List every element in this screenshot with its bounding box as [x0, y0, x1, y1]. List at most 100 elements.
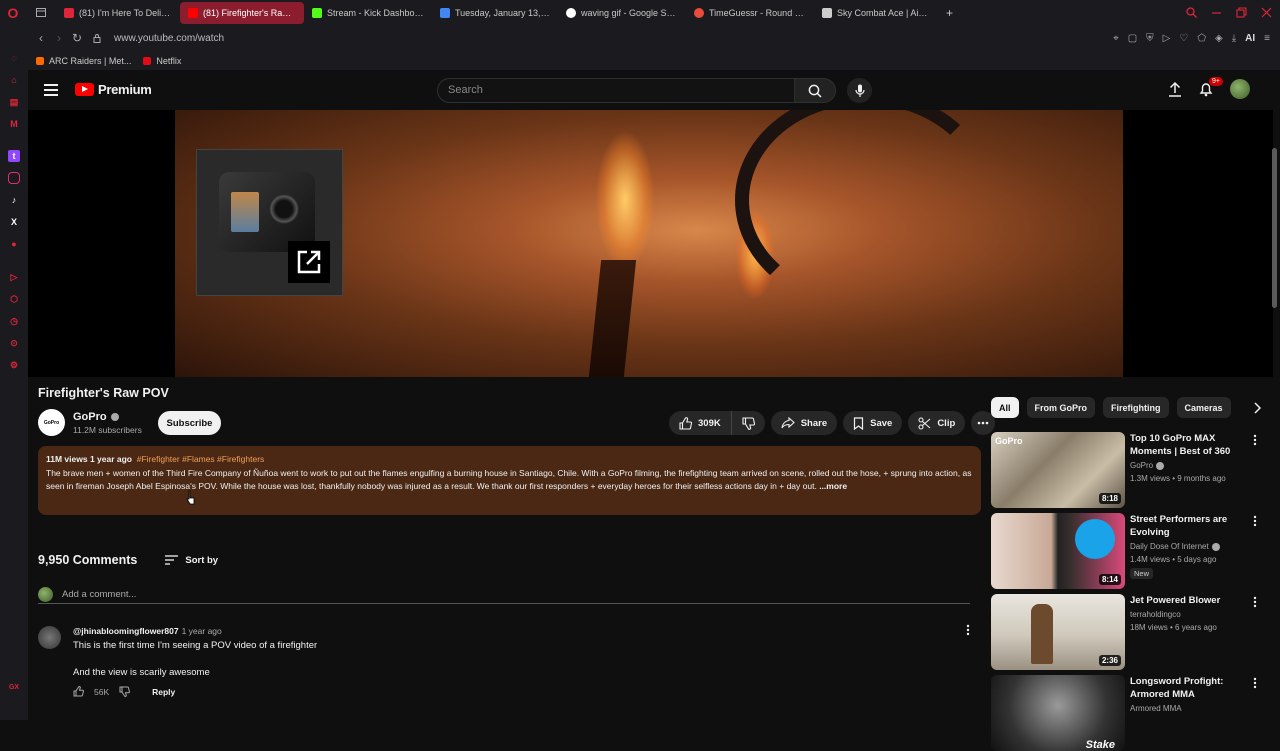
channel-name[interactable]: GoPro	[73, 411, 119, 423]
sort-by-button[interactable]: Sort by	[165, 555, 218, 566]
page-scrollbar[interactable]	[1272, 148, 1277, 308]
wallet-icon[interactable]: ◈	[1215, 33, 1223, 44]
sidebar-mail-icon[interactable]: M	[8, 118, 20, 130]
bookmark-item[interactable]: ARC Raiders | Met...	[36, 56, 131, 66]
adblock-icon[interactable]: ⛨	[1146, 33, 1154, 44]
voice-search-button[interactable]	[847, 78, 872, 103]
recommended-title[interactable]: Top 10 GoPro MAX Moments | Best of 360	[1130, 432, 1248, 458]
recommended-title[interactable]: Jet Powered Blower	[1130, 594, 1248, 607]
external-link-button[interactable]	[288, 241, 330, 283]
clip-button[interactable]: Clip	[908, 411, 966, 435]
recommended-video[interactable]: 2:36 Jet Powered Blower terraholdingco 1…	[991, 594, 1266, 670]
browser-tab[interactable]: (81) I'm Here To Deliver Da	[56, 2, 180, 24]
reply-button[interactable]: Reply	[152, 687, 175, 697]
restore-icon[interactable]	[1236, 7, 1247, 18]
comment-menu-button[interactable]	[966, 624, 970, 636]
share-button[interactable]: Share	[770, 411, 838, 435]
heart-icon[interactable]: ♡	[1179, 33, 1188, 44]
forward-icon[interactable]: ›	[50, 31, 68, 45]
browser-tab[interactable]: Sky Combat Ace | Air-To-Air	[814, 2, 938, 24]
recommended-menu-button[interactable]	[1253, 596, 1257, 608]
browser-tab[interactable]: Tuesday, January 13, 2026	[432, 2, 558, 24]
video-player[interactable]	[28, 110, 1273, 377]
sidebar-aria-icon[interactable]: ◌	[8, 52, 20, 64]
recommended-video[interactable]: Stake Longsword Profight: Armored MMA Ar…	[991, 675, 1266, 751]
sidebar-gx-icon[interactable]: GX	[8, 681, 20, 693]
recommended-title[interactable]: Longsword Profight: Armored MMA	[1130, 675, 1248, 701]
sidebar-settings-icon[interactable]: ⚙	[8, 359, 20, 371]
thumbs-up-icon[interactable]	[73, 686, 84, 697]
reload-icon[interactable]: ↻	[68, 31, 86, 45]
sidebar-twitch-icon[interactable]: t	[8, 150, 20, 162]
sidebar-instagram-icon[interactable]	[8, 172, 20, 184]
sidebar-tiktok-icon[interactable]: ♪	[8, 194, 20, 206]
browser-tab[interactable]: waving gif - Google Search	[558, 2, 686, 24]
recommended-menu-button[interactable]	[1253, 434, 1257, 446]
sidebar-downloads-icon[interactable]: ⊙	[8, 337, 20, 349]
sidebar-messenger-icon[interactable]: ▤	[8, 96, 20, 108]
sidebar-history-icon[interactable]: ◷	[8, 315, 20, 327]
chip-cameras[interactable]: Cameras	[1176, 397, 1231, 418]
back-icon[interactable]: ‹	[32, 31, 50, 45]
minimize-icon[interactable]	[1211, 7, 1222, 18]
new-tab-button[interactable]: +	[938, 2, 960, 24]
thumbs-down-icon[interactable]	[119, 686, 131, 697]
aria-ai-button[interactable]: AI	[1245, 33, 1255, 44]
save-button[interactable]: Save	[843, 411, 903, 435]
search-tabs-icon[interactable]	[1186, 7, 1197, 18]
url-input[interactable]: www.youtube.com/watch	[114, 33, 224, 44]
recommended-channel[interactable]: GoPro	[1130, 461, 1165, 470]
tab-sidebar-toggle[interactable]	[26, 2, 56, 24]
menu-icon[interactable]: ≡	[1264, 33, 1270, 44]
guide-menu-icon[interactable]	[44, 84, 58, 99]
snapshot-icon[interactable]: ▢	[1128, 33, 1137, 44]
description-box[interactable]: 11M views 1 year ago #Firefighter #Flame…	[38, 446, 981, 515]
dislike-button[interactable]	[732, 411, 765, 435]
channel-avatar[interactable]: GoPro	[38, 409, 65, 436]
hashtags[interactable]: #Firefighter #Flames #Firefighters	[137, 454, 265, 464]
youtube-logo[interactable]: Premium	[75, 82, 152, 97]
recommended-video[interactable]: 8:14 Street Performers are Evolving Dail…	[991, 513, 1266, 589]
video-thumbnail[interactable]: 8:14	[991, 513, 1125, 589]
recommended-channel[interactable]: Daily Dose Of Internet	[1130, 542, 1220, 551]
search-input[interactable]: Search	[437, 78, 795, 103]
sidebar-player-icon[interactable]: ▷	[8, 271, 20, 283]
recommended-title[interactable]: Street Performers are Evolving	[1130, 513, 1248, 539]
product-card[interactable]	[196, 149, 343, 296]
upload-icon[interactable]	[1168, 81, 1182, 97]
recommended-video[interactable]: GoPro 8:18 Top 10 GoPro MAX Moments | Be…	[991, 432, 1266, 508]
chips-next-button[interactable]	[1253, 401, 1261, 414]
extensions-icon[interactable]: ⬠	[1197, 33, 1206, 44]
close-window-icon[interactable]	[1261, 7, 1272, 18]
comment-time[interactable]: 1 year ago	[182, 626, 222, 636]
bookmark-item[interactable]: Netflix	[143, 56, 181, 66]
download-icon[interactable]: ⤓	[1232, 33, 1236, 44]
sidebar-music-icon[interactable]: ●	[8, 238, 20, 250]
video-thumbnail[interactable]: Stake	[991, 675, 1125, 751]
pin-icon[interactable]: ⌖	[1113, 33, 1119, 44]
chip-all[interactable]: All	[991, 397, 1019, 418]
add-comment-field[interactable]: Add a comment...	[38, 586, 970, 604]
commenter-avatar[interactable]	[38, 626, 61, 649]
browser-tab[interactable]: Stream - Kick Dashboard	[304, 2, 432, 24]
show-more-link[interactable]: ...more	[817, 481, 847, 491]
account-avatar[interactable]	[1230, 79, 1250, 99]
opera-logo-icon[interactable]: O	[0, 5, 26, 21]
browser-tab-active[interactable]: (81) Firefighter's Raw POV	[180, 1, 304, 24]
search-button[interactable]	[795, 78, 836, 103]
subscribe-button[interactable]: Subscribe	[158, 411, 221, 435]
notifications-button[interactable]: 9+	[1199, 77, 1223, 97]
recommended-channel[interactable]: terraholdingco	[1130, 610, 1181, 619]
chip-from-gopro[interactable]: From GoPro	[1026, 397, 1096, 418]
video-thumbnail[interactable]: 2:36	[991, 594, 1125, 670]
recommended-menu-button[interactable]	[1253, 677, 1257, 689]
recommended-channel[interactable]: Armored MMA	[1130, 704, 1182, 713]
browser-tab[interactable]: TimeGuessr - Round One	[686, 2, 814, 24]
sidebar-extensions-icon[interactable]: ⬡	[8, 293, 20, 305]
sidebar-x-icon[interactable]: X	[8, 216, 20, 228]
comment-author[interactable]: @jhinabloomingflower807 1 year ago	[73, 626, 222, 636]
recommended-menu-button[interactable]	[1253, 515, 1257, 527]
sidebar-workspace-icon[interactable]: ⌂	[8, 74, 20, 86]
player-icon[interactable]: ▷	[1163, 33, 1171, 44]
like-button[interactable]: 309K	[669, 411, 732, 435]
